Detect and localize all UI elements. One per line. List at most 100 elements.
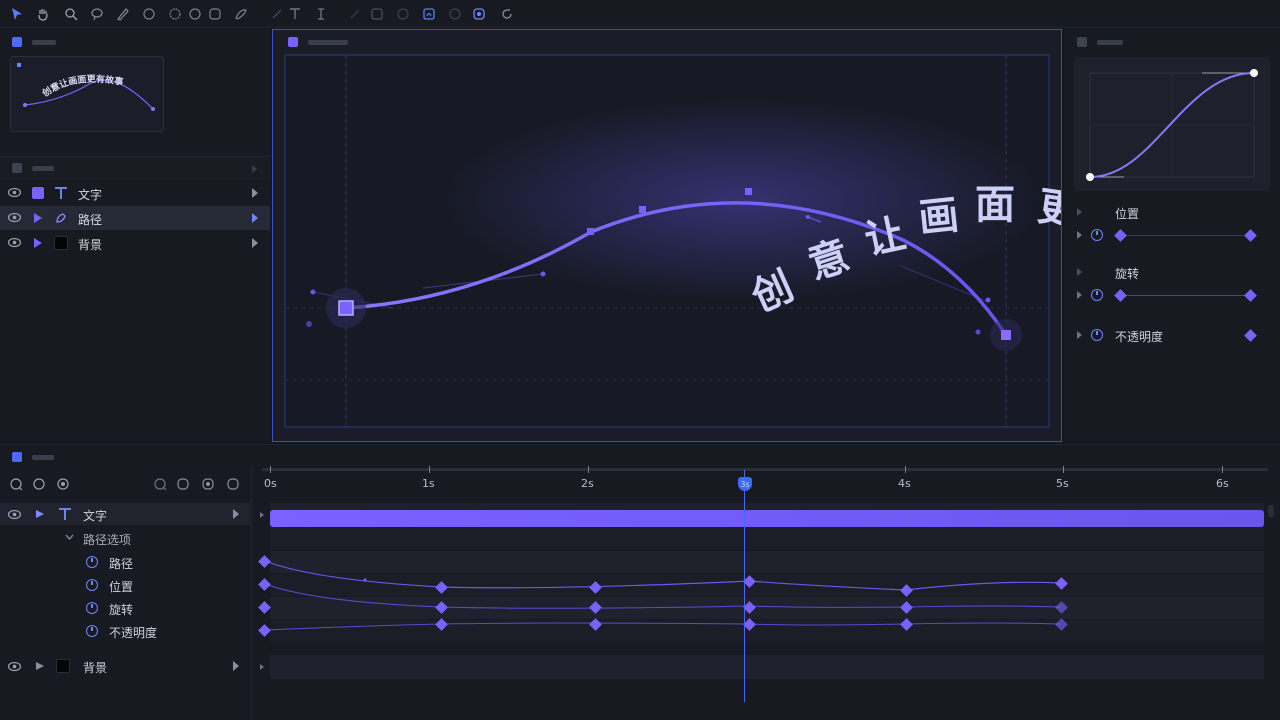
layer-expand-triangle-icon[interactable] xyxy=(32,237,44,249)
timeline-row-path-options[interactable]: 路径选项 xyxy=(0,527,250,549)
row-label: 位置 xyxy=(109,580,134,594)
thumbnail-headline: 创意让画面更有故事 xyxy=(39,73,124,100)
svg-text:创意让画面更有故事: 创意让画面更有故事 xyxy=(39,73,124,100)
position-property-label: 位置 xyxy=(1115,207,1140,221)
star-tool-icon[interactable] xyxy=(206,5,224,23)
timeline-tab-icon[interactable] xyxy=(12,452,22,462)
stopwatch-icon[interactable] xyxy=(86,579,98,591)
stopwatch-icon[interactable] xyxy=(86,556,98,568)
text-icon xyxy=(53,185,69,201)
tick-label: 1s xyxy=(422,477,435,490)
layers-tab-icon[interactable] xyxy=(12,163,22,173)
timeline-row-text-layer[interactable]: 文字 xyxy=(0,503,250,525)
mask-tool-icon[interactable] xyxy=(368,5,386,23)
property-expand-icon[interactable] xyxy=(1077,231,1082,239)
line-tool-icon[interactable] xyxy=(268,5,286,23)
visibility-eye-icon[interactable] xyxy=(8,187,21,198)
playhead-line[interactable] xyxy=(744,470,745,702)
anchor-tool-icon[interactable] xyxy=(346,5,364,23)
track-background xyxy=(270,655,1264,679)
layer-expand-icon[interactable] xyxy=(252,213,258,223)
pen-tool-icon[interactable] xyxy=(114,5,132,23)
visibility-eye-icon[interactable] xyxy=(8,212,21,223)
rotate-tool-icon[interactable] xyxy=(498,5,516,23)
property-expand-icon[interactable] xyxy=(1077,208,1082,216)
tick-label: 0s xyxy=(264,477,277,490)
puppet-tool-icon[interactable] xyxy=(446,5,464,23)
visibility-eye-icon[interactable] xyxy=(8,661,21,672)
layer-label: 文字 xyxy=(78,188,103,202)
timeline-ruler[interactable] xyxy=(262,468,1268,471)
canvas-stage[interactable]: 创 意 让 画 面 更 有 故 事 xyxy=(273,30,1061,441)
timeline-divider xyxy=(251,466,252,720)
layers-tab-label xyxy=(32,166,54,171)
headline-char: 面 xyxy=(975,182,1015,228)
collapse-chevron-icon[interactable] xyxy=(65,534,74,541)
track-marker-icon xyxy=(260,512,264,518)
row-label: 旋转 xyxy=(109,603,134,617)
timeline-search-tools[interactable] xyxy=(8,476,72,492)
layer-expand-icon[interactable] xyxy=(252,238,258,248)
layer-row-text[interactable]: 文字 xyxy=(0,181,270,205)
hand-tool-icon[interactable] xyxy=(34,5,52,23)
layer-expand-triangle-icon[interactable] xyxy=(32,212,44,224)
row-expand-icon[interactable] xyxy=(233,509,239,519)
track-path-options xyxy=(270,527,1264,549)
clone-tool-icon[interactable] xyxy=(394,5,412,23)
text-cursor-tool-icon[interactable] xyxy=(312,5,330,23)
layers-collapse-icon[interactable] xyxy=(252,165,257,173)
roto-tool-icon[interactable] xyxy=(470,5,488,23)
layer-duration-bar[interactable] xyxy=(270,510,1264,527)
stopwatch-icon[interactable] xyxy=(1091,289,1103,301)
timeline-scrollbar[interactable] xyxy=(1268,505,1274,517)
text-icon xyxy=(59,508,71,520)
zoom-tool-icon[interactable] xyxy=(62,5,80,23)
stopwatch-icon[interactable] xyxy=(86,625,98,637)
tick-label: 6s xyxy=(1216,477,1229,490)
color-swatch-icon xyxy=(53,235,69,251)
stopwatch-icon[interactable] xyxy=(1091,229,1103,241)
ellipse-tool-icon[interactable] xyxy=(166,5,184,23)
panel-tab-label xyxy=(32,40,56,45)
layer-label: 路径 xyxy=(78,213,103,227)
path-text-tool-icon[interactable] xyxy=(420,5,438,23)
effect-tab-label xyxy=(1097,40,1123,45)
stopwatch-icon[interactable] xyxy=(86,602,98,614)
property-expand-icon[interactable] xyxy=(1077,268,1082,276)
expand-triangle-icon[interactable] xyxy=(35,661,45,671)
timeline-row-path[interactable]: 路径 xyxy=(0,551,250,573)
lasso-tool-icon[interactable] xyxy=(88,5,106,23)
timeline-row-background[interactable]: 背景 xyxy=(0,655,250,677)
layer-expand-icon[interactable] xyxy=(252,188,258,198)
tick-mark xyxy=(1063,466,1064,473)
stopwatch-icon[interactable] xyxy=(1091,329,1103,341)
tick-mark xyxy=(588,466,589,473)
pen-path-icon xyxy=(53,210,69,226)
track-marker-icon xyxy=(260,664,264,670)
tick-mark xyxy=(270,466,271,473)
timeline-switch-tools[interactable] xyxy=(152,476,242,492)
expand-triangle-icon[interactable] xyxy=(35,509,45,519)
layer-label: 背景 xyxy=(78,238,103,252)
playhead-handle[interactable]: 3s xyxy=(738,477,752,491)
property-expand-icon[interactable] xyxy=(1077,291,1082,299)
property-expand-icon[interactable] xyxy=(1077,331,1082,339)
visibility-eye-icon[interactable] xyxy=(8,237,21,248)
timeline-row-opacity[interactable]: 不透明度 xyxy=(0,620,250,642)
timeline-row-position[interactable]: 位置 xyxy=(0,574,250,596)
layer-row-background[interactable]: 背景 xyxy=(0,231,270,255)
text-tool-icon[interactable] xyxy=(286,5,304,23)
row-expand-icon[interactable] xyxy=(233,661,239,671)
shape-tool-icon[interactable] xyxy=(140,5,158,23)
composition-thumbnail[interactable]: 创意让画面更有故事 xyxy=(10,56,164,132)
select-tool-icon[interactable] xyxy=(8,5,26,23)
timeline-tab-label xyxy=(32,455,54,460)
polygon-tool-icon[interactable] xyxy=(186,5,204,23)
visibility-eye-icon[interactable] xyxy=(8,509,21,520)
layer-row-path[interactable]: 路径 xyxy=(0,206,270,230)
easing-graph[interactable] xyxy=(1074,57,1270,191)
brush-tool-icon[interactable] xyxy=(232,5,250,23)
panel-tab-icon[interactable] xyxy=(12,37,22,47)
effect-tab-icon[interactable] xyxy=(1077,37,1087,47)
timeline-row-rotation[interactable]: 旋转 xyxy=(0,597,250,619)
